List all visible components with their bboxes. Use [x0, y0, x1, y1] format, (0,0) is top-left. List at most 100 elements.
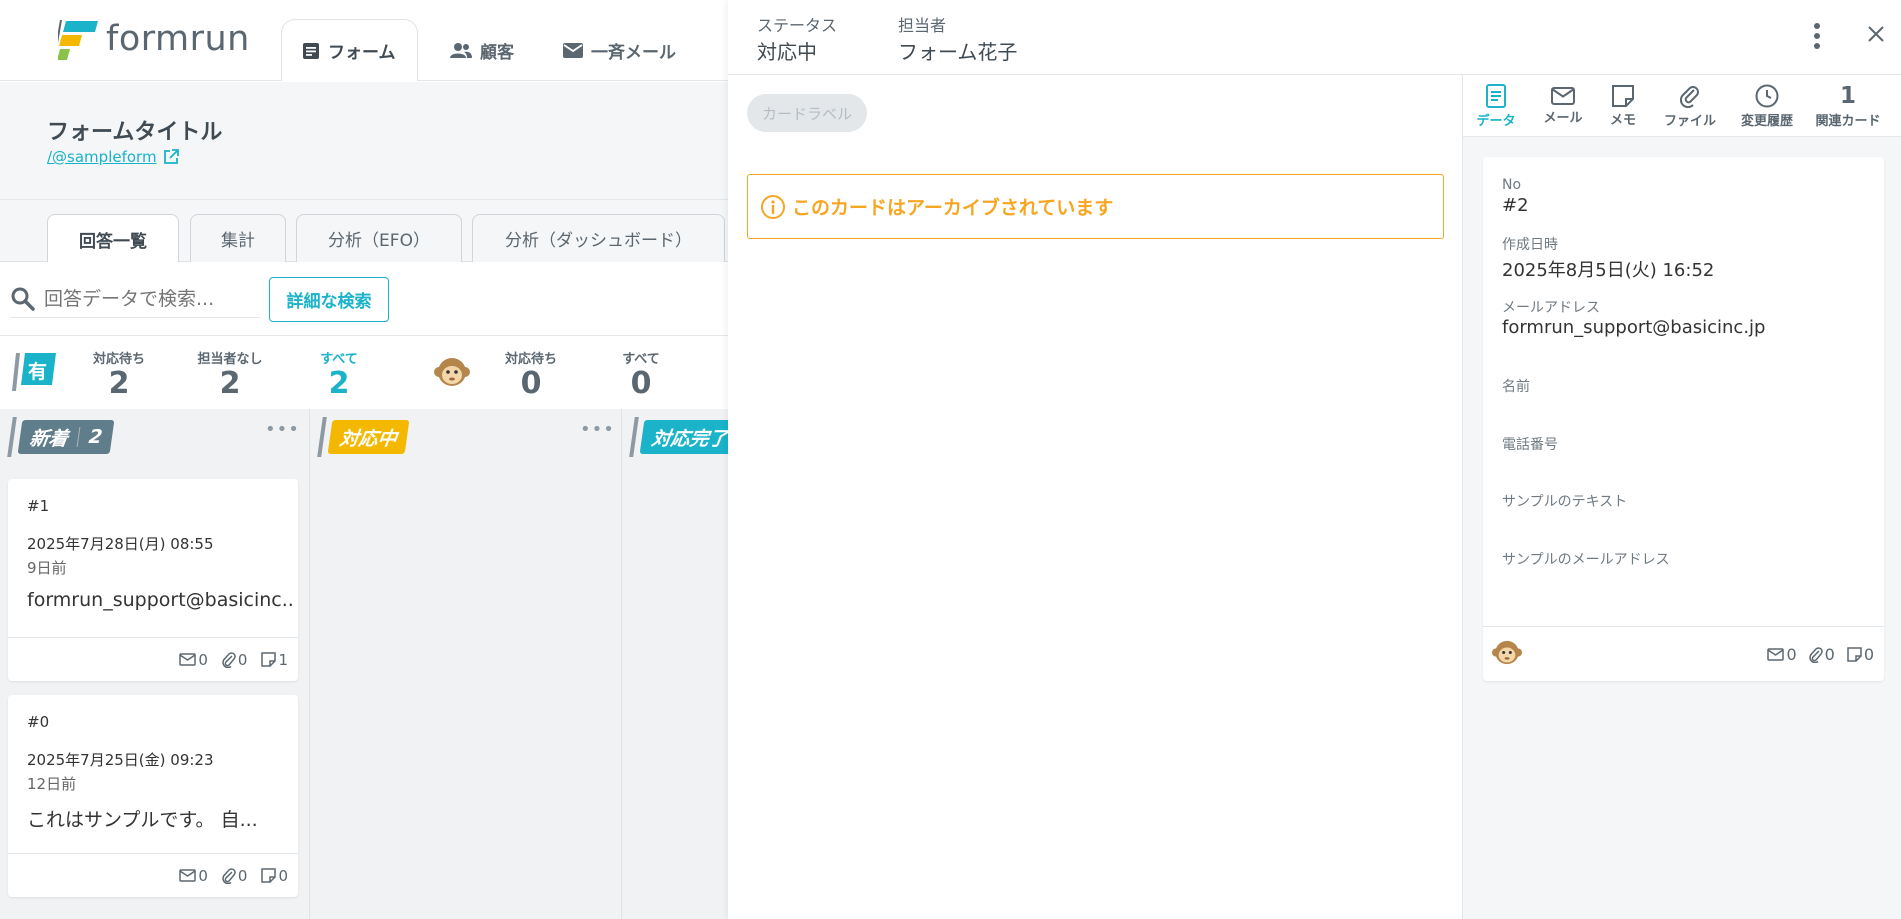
paperclip-icon: [222, 867, 236, 884]
tab-mail[interactable]: メール: [1538, 77, 1588, 135]
tab-history-label: 変更履歴: [1740, 113, 1793, 129]
filter-waiting[interactable]: 対応待ち 2: [90, 348, 148, 401]
formrun-logo-icon: [58, 19, 98, 60]
card-label-button[interactable]: カードラベル: [747, 94, 867, 132]
field-label: 電話番号: [1502, 437, 1558, 453]
filter-all[interactable]: すべて 2: [288, 348, 390, 412]
filter-my-all-label: すべて: [622, 352, 660, 367]
logo-text: formrun: [106, 19, 250, 59]
close-icon: [1868, 26, 1884, 42]
memo-icon: [261, 868, 277, 883]
tab-efo-analysis[interactable]: 分析（EFO）: [296, 214, 462, 262]
tab-related-cards-label: 関連カード: [1815, 113, 1881, 129]
nav-tab-bulk-mail-label: 一斉メール: [591, 42, 676, 63]
card-item[interactable]: #1 2025年7月28日(月) 08:55 9日前 formrun_suppo…: [8, 479, 298, 681]
filter-my-all-count: 0: [630, 366, 652, 401]
card-file-count: 0: [222, 650, 248, 669]
nav-tab-bulk-mail[interactable]: 一斉メール: [563, 19, 676, 81]
form-icon: [303, 42, 319, 59]
clock-icon: [1755, 84, 1779, 107]
field-label: サンプルのテキスト: [1502, 494, 1628, 510]
card-file-count: 0: [222, 866, 248, 885]
card-relative-time: 12日前: [27, 775, 77, 793]
tab-mail-label: メール: [1543, 110, 1583, 126]
column-done: 対応完了: [622, 409, 728, 919]
card-number: #0: [27, 713, 50, 731]
search-input[interactable]: [44, 287, 254, 310]
nav-tab-form[interactable]: フォーム: [281, 19, 418, 81]
data-card-footer: 0 0 0: [1483, 626, 1884, 681]
column-in-progress-label[interactable]: 対応中: [327, 420, 410, 454]
status-dropdown[interactable]: 対応中: [757, 36, 817, 65]
assignee-dropdown[interactable]: フォーム花子: [898, 36, 1017, 65]
column-done-header: 対応完了: [629, 417, 728, 457]
tab-file-label: ファイル: [1663, 113, 1716, 129]
more-menu-button[interactable]: [1813, 22, 1821, 50]
monkey-avatar[interactable]: [434, 356, 470, 388]
panel-header: ステータス 対応中 担当者 フォーム花子: [728, 0, 1901, 75]
filter-unassigned[interactable]: 担当者なし 2: [194, 348, 266, 401]
assignee-avatar[interactable]: [1492, 639, 1522, 666]
nav-tab-customers-label: 顧客: [480, 42, 514, 63]
tab-file[interactable]: ファイル: [1663, 77, 1717, 135]
tab-dashboard-analysis[interactable]: 分析（ダッシュボード）: [472, 214, 725, 262]
tab-responses[interactable]: 回答一覧: [47, 214, 179, 263]
memo-icon: [1612, 84, 1634, 107]
column-in-progress-header: 対応中: [317, 417, 410, 457]
tab-data[interactable]: データ: [1475, 77, 1517, 135]
column-new: 新着 2 ••• #1 2025年7月28日(月) 08:55 9日前 form…: [0, 409, 310, 919]
nav-tab-form-label: フォーム: [328, 43, 396, 63]
card-detail-panel: ステータス 対応中 担当者 フォーム花子 カードラベル このカードはアーカイブさ…: [728, 0, 1901, 919]
card-mail-count: 0: [179, 867, 208, 885]
card-file-count-value: 0: [237, 650, 248, 669]
info-icon: [761, 194, 785, 219]
filter-all-count: 2: [328, 366, 350, 401]
status-label: ステータス: [757, 16, 838, 35]
monkey-avatar-icon: [434, 358, 470, 386]
filter-my-all[interactable]: すべて 0: [620, 348, 662, 401]
field-label: 作成日時: [1502, 237, 1558, 253]
tab-related-cards[interactable]: 1 関連カード: [1813, 77, 1883, 135]
card-item[interactable]: #0 2025年7月25日(金) 09:23 12日前 これはサンプルです。 自…: [8, 695, 298, 897]
field-value: formrun_support@basicinc.jp: [1502, 317, 1766, 338]
mail-count-value: 0: [1786, 645, 1797, 664]
column-in-progress-title: 対応中: [338, 427, 399, 450]
column-in-progress-marker: [317, 417, 327, 457]
column-done-label[interactable]: 対応完了: [639, 420, 728, 454]
tab-history[interactable]: 変更履歴: [1739, 77, 1795, 135]
card-file-count-value: 0: [237, 866, 248, 885]
nav-tab-customers[interactable]: 顧客: [450, 19, 514, 81]
card-main-text: formrun_support@basicinc...: [27, 589, 292, 611]
close-panel-button[interactable]: [1866, 24, 1886, 44]
filter-badge-label: 有: [28, 361, 48, 383]
tab-data-label: データ: [1476, 113, 1516, 129]
card-date: 2025年7月28日(月) 08:55: [27, 535, 214, 553]
filter-my-waiting-count: 0: [520, 366, 542, 401]
column-done-title: 対応完了: [650, 427, 728, 450]
paperclip-icon: [1808, 646, 1823, 663]
column-in-progress-menu-button[interactable]: •••: [580, 419, 615, 440]
filter-my-waiting[interactable]: 対応待ち 0: [502, 348, 560, 401]
tab-summary[interactable]: 集計: [190, 214, 286, 262]
assignee-label: 担当者: [898, 16, 947, 35]
mail-outline-icon: [1767, 648, 1785, 661]
formrun-logo[interactable]: formrun: [58, 18, 250, 60]
side-tabs: データ メール メモ ファイル 変更履歴 1 関連カード: [1463, 75, 1901, 137]
card-side-area: データ メール メモ ファイル 変更履歴 1 関連カード No #2 作成日時 …: [1463, 75, 1901, 919]
file-count-value: 0: [1824, 645, 1835, 664]
column-new-menu-button[interactable]: •••: [265, 419, 300, 440]
mail-outline-icon: [1551, 86, 1575, 105]
field-value: #2: [1502, 195, 1529, 216]
more-vertical-icon: [1814, 23, 1820, 49]
main-app: formrun フォーム 顧客 一斉メール フォームタイトル /@samplef…: [0, 0, 728, 919]
memo-count-value: 0: [1863, 645, 1874, 664]
field-value: 2025年8月5日(火) 16:52: [1502, 260, 1715, 281]
advanced-search-button[interactable]: 詳細な検索: [269, 277, 389, 322]
filter-waiting-label: 対応待ち: [92, 352, 145, 367]
mail-outline-icon: [179, 653, 197, 666]
column-new-label[interactable]: 新着 2: [17, 420, 115, 454]
archived-notice: このカードはアーカイブされています: [747, 174, 1444, 239]
field-label: 名前: [1502, 379, 1530, 395]
form-public-link[interactable]: /@sampleform: [47, 148, 179, 166]
tab-memo[interactable]: メモ: [1605, 77, 1641, 135]
